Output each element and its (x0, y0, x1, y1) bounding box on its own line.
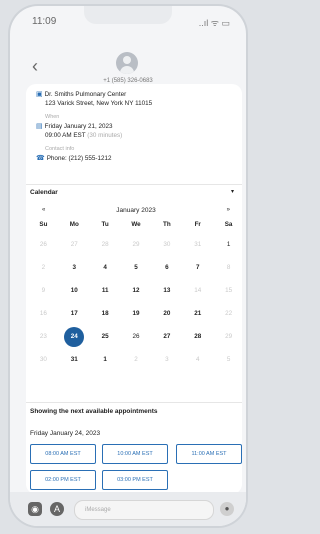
provider-name: Dr. Smiths Pulmonary Center (44, 91, 127, 98)
weekday-row: Su Mo Tu We Th Fr Sa (28, 217, 242, 233)
calendar-day[interactable]: 2 (28, 256, 59, 279)
calendar-day[interactable]: 23 (28, 325, 59, 348)
calendar-day[interactable]: 15 (213, 279, 242, 302)
calendar-day[interactable]: 17 (59, 302, 90, 325)
calendar-day[interactable]: 20 (151, 302, 182, 325)
weekday-label: Tu (101, 221, 109, 228)
divider (26, 402, 242, 403)
calendar-day[interactable]: 6 (151, 256, 182, 279)
prev-month-button[interactable]: « (42, 207, 45, 213)
calendar-day[interactable]: 16 (28, 302, 59, 325)
phone-icon: ☎ (36, 155, 45, 162)
calendar-week: 23 24 25 26 27 28 29 (28, 325, 242, 348)
provider-phone[interactable]: Phone: (212) 555-1212 (47, 155, 112, 162)
calendar-day[interactable]: 2 (121, 348, 152, 371)
message-input[interactable]: iMessage (74, 500, 214, 520)
calendar-week: 9 10 11 12 13 14 15 (28, 279, 242, 302)
calendar-day[interactable]: 5 (213, 348, 242, 371)
calendar-day[interactable]: 3 (59, 256, 90, 279)
status-icons: ..ıl ᯤ ▭ (198, 18, 230, 28)
calendar-day[interactable]: 26 (28, 233, 59, 256)
appointment-date: Friday January 21, 2023 (44, 123, 113, 130)
calendar-day[interactable]: 30 (28, 348, 59, 371)
calendar-day[interactable]: 27 (59, 233, 90, 256)
slot-button[interactable]: 03:00 PM EST (102, 470, 168, 490)
calendar-week: 2345678 (28, 256, 242, 279)
calendar-day[interactable]: 31 (59, 348, 90, 371)
calendar-day[interactable]: 7 (182, 256, 213, 279)
calendar-day[interactable]: 12 (121, 279, 152, 302)
calendar-icon: ▤ (36, 123, 43, 130)
calendar-week: 26 27 28 29 30 31 1 (28, 233, 242, 256)
divider (26, 184, 242, 185)
calendar-title: Calendar (30, 189, 58, 196)
status-bar: 11:09 ..ıl ᯤ ▭ (32, 16, 230, 30)
calendar-widget: « January 2023 » Su Mo Tu We Th Fr Sa 26… (28, 203, 242, 371)
contact-label: Contact info (45, 146, 75, 152)
weekday-label: Th (163, 221, 171, 228)
appointments-heading: Showing the next available appointments (30, 408, 158, 415)
calendar-day[interactable]: 29 (121, 233, 152, 256)
building-icon: ▣ (36, 91, 43, 98)
slot-button[interactable]: 08:00 AM EST (30, 444, 96, 464)
next-month-button[interactable]: » (227, 207, 230, 213)
calendar-day[interactable]: 26 (121, 325, 152, 348)
calendar-day[interactable]: 28 (182, 325, 213, 348)
calendar-day[interactable]: 18 (90, 302, 121, 325)
appointments-date: Friday January 24, 2023 (30, 430, 101, 437)
weekday-label: We (131, 221, 141, 228)
slot-button[interactable]: 10:00 AM EST (102, 444, 168, 464)
calendar-day[interactable]: 10 (59, 279, 90, 302)
calendar-day[interactable]: 31 (182, 233, 213, 256)
appointment-time: 09:00 AM EST (45, 132, 86, 139)
chevron-down-icon[interactable]: ▾ (231, 188, 234, 195)
status-time: 11:09 (32, 16, 57, 27)
calendar-week: 30 31 1 2 3 4 5 (28, 348, 242, 371)
mic-icon[interactable]: ● (220, 502, 234, 516)
selected-day-marker[interactable]: 24 (64, 327, 85, 347)
when-label: When (45, 114, 60, 120)
weekday-label: Sa (224, 221, 233, 228)
calendar-day[interactable]: 9 (28, 279, 59, 302)
calendar-day[interactable]: 13 (151, 279, 182, 302)
calendar-day[interactable]: 25 (90, 325, 121, 348)
slot-button[interactable]: 02:00 PM EST (30, 470, 96, 490)
calendar-day[interactable]: 3 (151, 348, 182, 371)
composer-bar: ◉ A iMessage ● (10, 492, 246, 526)
phone-frame: 11:09 ..ıl ᯤ ▭ ‹ +1 (585) 326-0683 ▣ Dr. … (10, 6, 246, 526)
calendar-day[interactable]: 30 (151, 233, 182, 256)
calendar-week: 16 17 18 19 20 21 22 (28, 302, 242, 325)
app-store-icon[interactable]: A (50, 502, 64, 516)
calendar-day[interactable]: 8 (213, 256, 242, 279)
calendar-day[interactable]: 4 (182, 348, 213, 371)
calendar-day[interactable]: 1 (213, 233, 242, 256)
calendar-day[interactable]: 28 (90, 233, 121, 256)
weekday-label: Mo (69, 221, 79, 228)
calendar-day[interactable]: 11 (90, 279, 121, 302)
calendar-nav: « January 2023 » (28, 203, 242, 217)
calendar-day[interactable]: 5 (121, 256, 152, 279)
calendar-day[interactable]: 22 (213, 302, 242, 325)
calendar-day[interactable]: 29 (213, 325, 242, 348)
calendar-day[interactable]: 1 (90, 348, 121, 371)
provider-info: ▣ Dr. Smiths Pulmonary Center 123 Varick … (36, 90, 236, 163)
calendar-day[interactable]: 19 (121, 302, 152, 325)
weekday-label: Su (39, 221, 48, 228)
appointment-duration: (30 minutes) (87, 132, 123, 139)
camera-icon[interactable]: ◉ (28, 502, 42, 516)
calendar-day[interactable]: 4 (90, 256, 121, 279)
message-card: ▣ Dr. Smiths Pulmonary Center 123 Varick … (26, 84, 242, 494)
calendar-day[interactable]: 21 (182, 302, 213, 325)
calendar-day[interactable]: 24 (59, 325, 90, 348)
slot-button[interactable]: 11:00 AM EST (176, 444, 242, 464)
calendar-month: January 2023 (116, 206, 156, 214)
calendar-grid: 26 27 28 29 30 31 1 2 3 4 5 6 7 8 9 10 11 12 13 14 15 16 17 18 1… (28, 233, 242, 371)
provider-address: 123 Varick Street, New York NY 11015 (45, 100, 153, 107)
avatar[interactable] (116, 52, 138, 74)
calendar-day[interactable]: 14 (182, 279, 213, 302)
weekday-label: Fr (194, 221, 201, 228)
calendar-day[interactable]: 27 (151, 325, 182, 348)
chevron-left-icon[interactable]: ‹ (32, 56, 38, 77)
